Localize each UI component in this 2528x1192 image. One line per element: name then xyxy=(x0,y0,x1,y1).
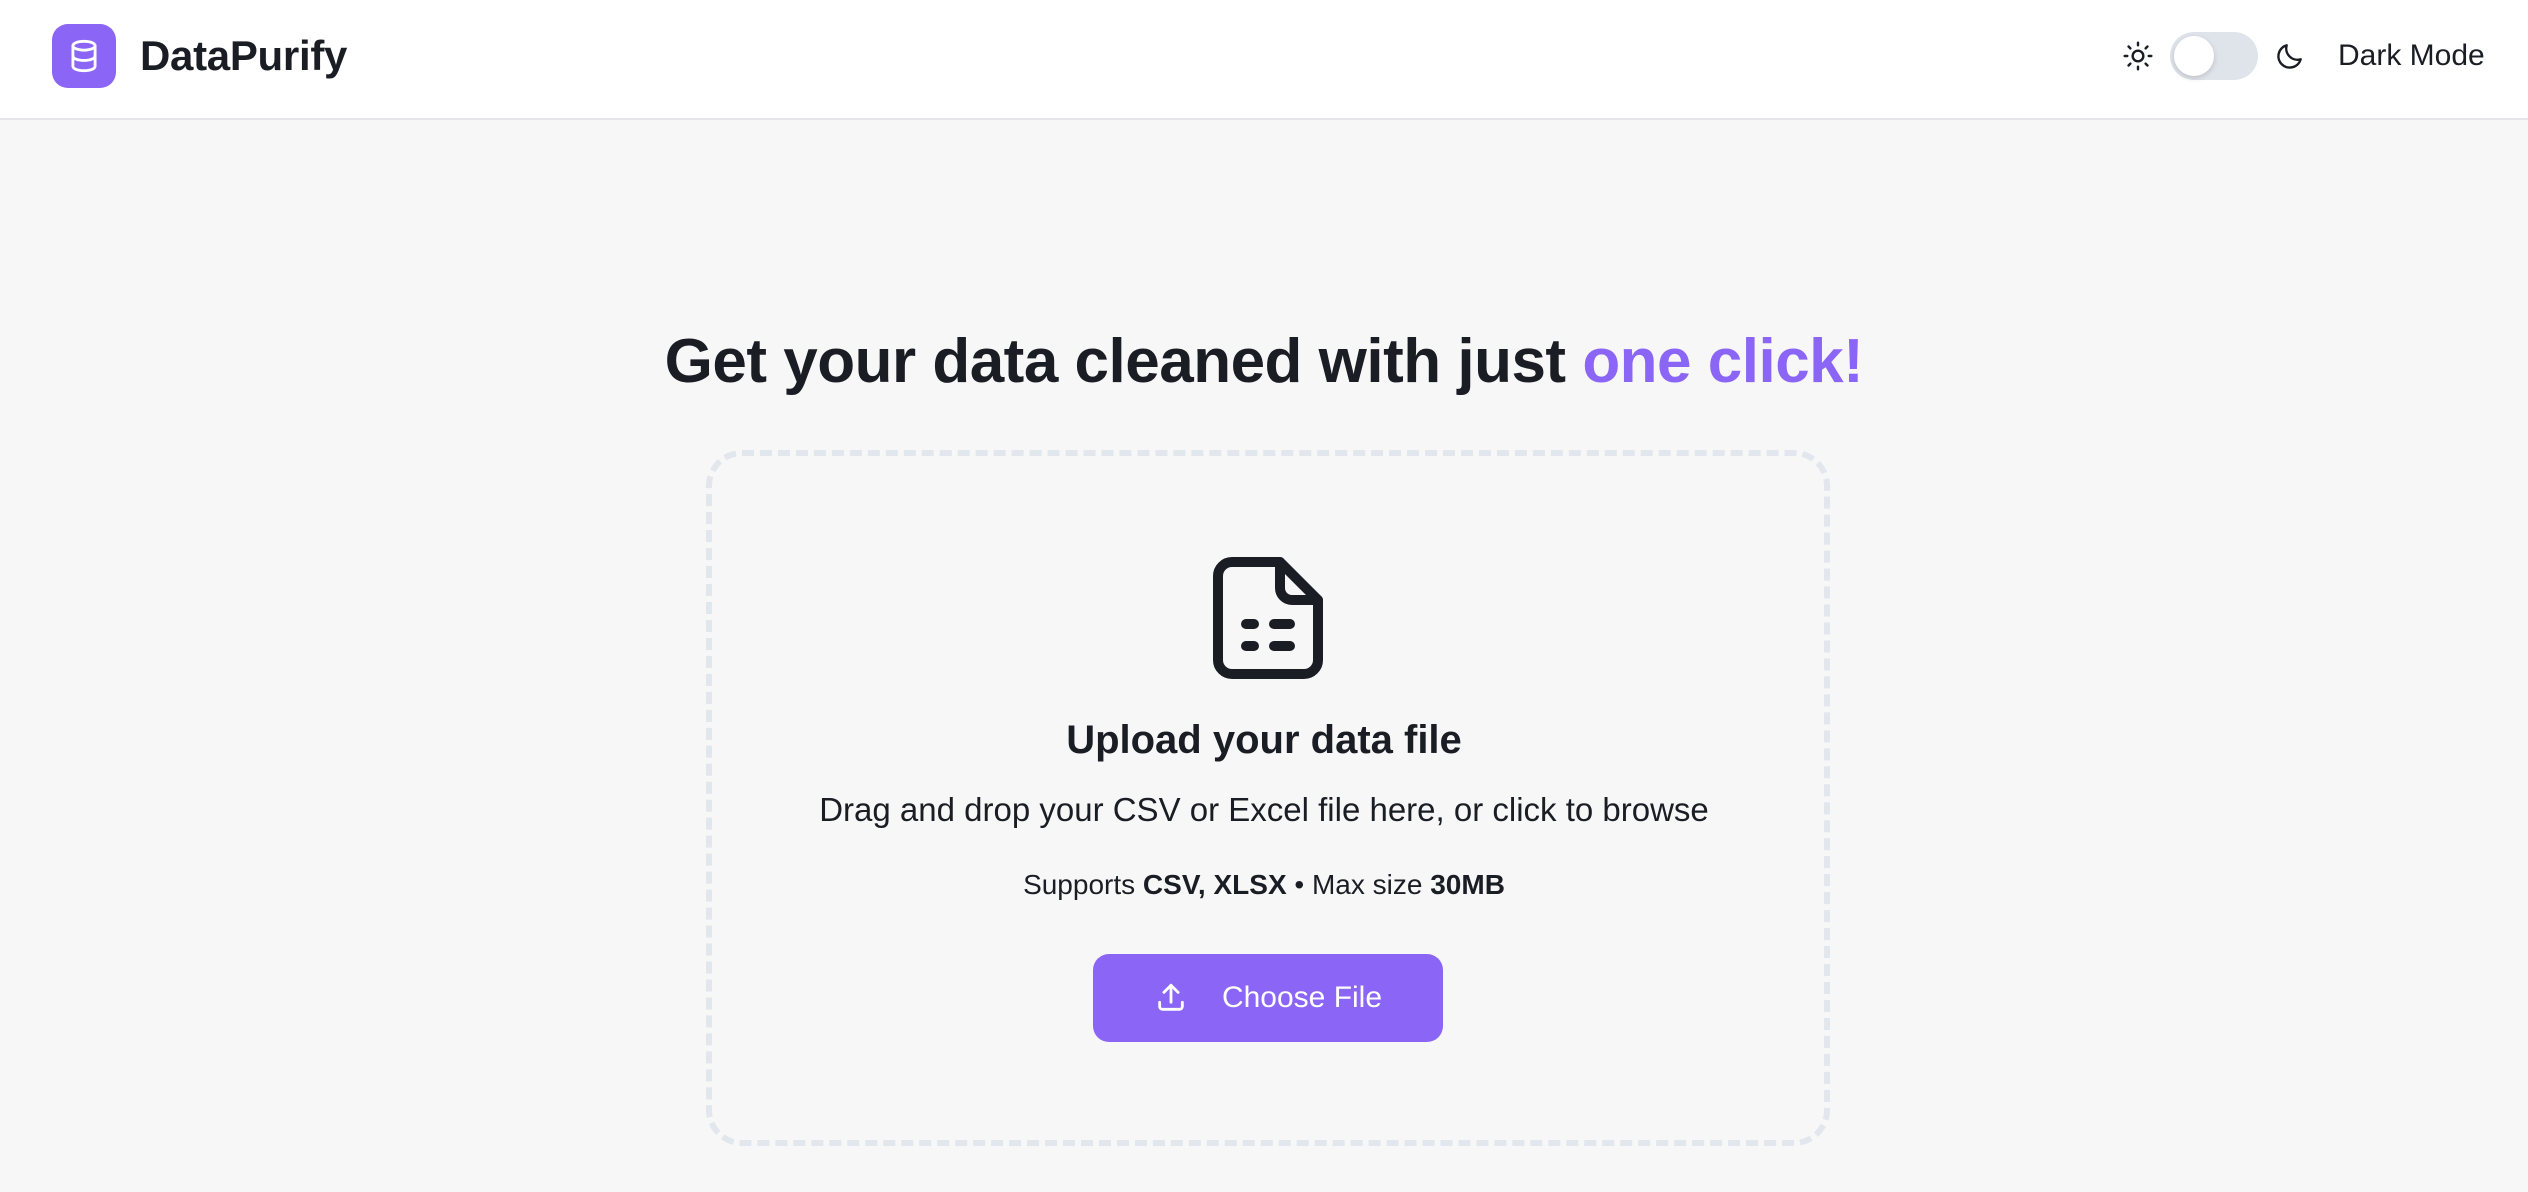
page-headline: Get your data cleaned with just one clic… xyxy=(0,322,2528,402)
choose-file-button[interactable]: Choose File xyxy=(1093,954,1443,1042)
sun-icon xyxy=(2123,41,2153,71)
max-size-value: 30MB xyxy=(1430,869,1505,900)
choose-file-label: Choose File xyxy=(1221,981,1383,1014)
headline-text: Get your data cleaned with just xyxy=(664,327,1583,396)
dark-mode-toggle[interactable] xyxy=(2170,32,2258,80)
toggle-knob xyxy=(2174,36,2214,76)
brand-name[interactable]: DataPurify xyxy=(140,30,347,82)
max-size-prefix: • Max size xyxy=(1286,869,1431,900)
top-bar: DataPurify Dark Mode xyxy=(0,0,2528,120)
dark-mode-label[interactable]: Dark Mode xyxy=(2338,36,2485,76)
database-icon xyxy=(71,39,97,73)
moon-icon xyxy=(2277,44,2302,69)
app-logo[interactable] xyxy=(52,24,116,88)
format-list: CSV, XLSX xyxy=(1142,869,1287,900)
headline-accent: one click! xyxy=(1582,327,1864,396)
upload-description: Drag and drop your CSV or Excel file her… xyxy=(819,791,1709,828)
supports-prefix: Supports xyxy=(1023,869,1143,900)
supported-formats: Supports CSV, XLSX • Max size 30MB xyxy=(0,866,2528,904)
file-spreadsheet-icon xyxy=(1213,557,1323,679)
upload-icon xyxy=(1158,983,1184,1011)
upload-title: Upload your data file xyxy=(1066,718,1462,762)
